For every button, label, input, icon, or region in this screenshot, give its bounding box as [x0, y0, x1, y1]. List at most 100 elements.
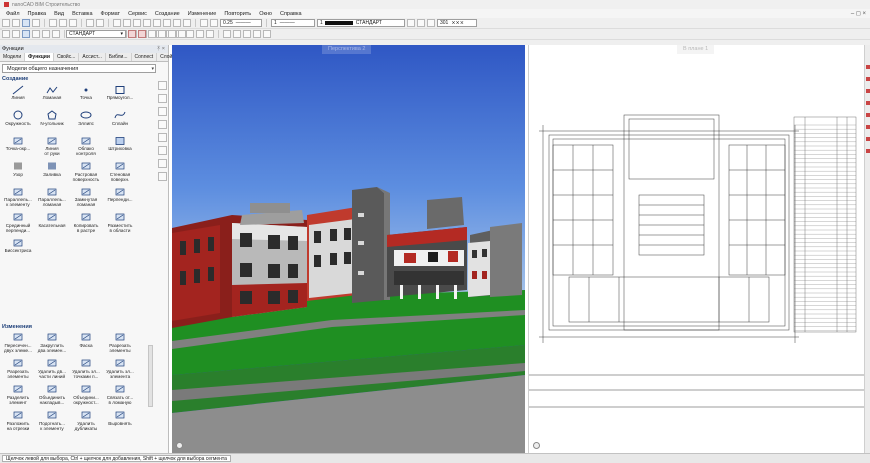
table-tool-icon[interactable]	[157, 120, 167, 129]
hatch-tool-icon[interactable]	[157, 133, 167, 142]
match-prop-icon[interactable]	[178, 30, 186, 38]
right-tool-4-icon[interactable]	[865, 101, 870, 105]
menu-item-9[interactable]: Окно	[255, 11, 276, 17]
menu-item-1[interactable]: Правка	[24, 11, 51, 17]
edit-tool-13[interactable]: Подогнать... к элементу	[35, 409, 69, 435]
layer-lock-icon[interactable]	[138, 30, 146, 38]
create-tool-23[interactable]: Разместить в области	[103, 211, 137, 237]
edit-tool-1[interactable]: Закруглить два элемен...	[35, 331, 69, 357]
create-tool-8[interactable]: Точка-окр...	[1, 134, 35, 160]
draw-hatch-icon[interactable]	[42, 30, 50, 38]
create-tool-17[interactable]: Параллель... ломаная	[35, 185, 69, 211]
create-tool-13[interactable]: Заливка	[35, 160, 69, 186]
edit-tool-12[interactable]: Разложить на отрезки	[1, 409, 35, 435]
filter-icon[interactable]	[157, 94, 167, 103]
leader-icon[interactable]	[196, 30, 204, 38]
menu-item-7[interactable]: Изменение	[184, 11, 221, 17]
draw-arc-icon[interactable]	[12, 30, 20, 38]
text-a-icon[interactable]	[157, 107, 167, 116]
edit-tool-8[interactable]: Разделить элемент	[1, 383, 35, 409]
dimension-style-icon[interactable]	[427, 19, 435, 27]
create-tool-10[interactable]: Облако контроля	[69, 134, 103, 160]
grid-icon[interactable]	[233, 30, 241, 38]
dim-angle-icon[interactable]	[186, 30, 194, 38]
pick-icon[interactable]	[210, 19, 218, 27]
menu-item-2[interactable]: Вид	[50, 11, 68, 17]
draw-text-icon[interactable]	[52, 30, 60, 38]
text-style-icon[interactable]	[417, 19, 425, 27]
view-cube-icon[interactable]	[176, 442, 183, 449]
create-tool-12[interactable]: Узор	[1, 160, 35, 186]
edit-tool-2[interactable]: Фаска	[69, 331, 103, 357]
plan-viewport[interactable]: В плане 1	[528, 45, 864, 453]
paste-icon[interactable]	[69, 19, 77, 27]
perspective-view-label[interactable]: Перспектива 2	[322, 45, 372, 54]
layer-iso-icon[interactable]	[148, 30, 156, 38]
panel-tab-3[interactable]: Ассист...	[79, 53, 106, 61]
create-tool-22[interactable]: Копировать в растре	[69, 211, 103, 237]
cut-tool-icon[interactable]	[49, 19, 57, 27]
undo-icon[interactable]	[86, 19, 94, 27]
search-icon[interactable]	[157, 81, 167, 90]
menu-item-8[interactable]: Повторить	[220, 11, 255, 17]
menu-item-5[interactable]: Сервис	[124, 11, 151, 17]
redo-icon[interactable]	[96, 19, 104, 27]
properties-icon[interactable]	[153, 19, 161, 27]
snap-icon[interactable]	[223, 30, 231, 38]
layer-state-icon[interactable]	[128, 30, 136, 38]
zoom-icon[interactable]	[123, 19, 131, 27]
right-tool-5-icon[interactable]	[865, 113, 870, 117]
edit-tool-10[interactable]: Объедини... окружност...	[69, 383, 103, 409]
new-file-icon[interactable]	[2, 19, 10, 27]
menu-item-10[interactable]: Справка	[276, 11, 306, 17]
layer-off-icon[interactable]	[158, 30, 166, 38]
print-icon[interactable]	[32, 19, 40, 27]
create-tool-21[interactable]: Касательная	[35, 211, 69, 237]
panel-tab-0[interactable]: Модели	[0, 53, 26, 61]
draw-line-icon[interactable]	[2, 30, 10, 38]
osnap-icon[interactable]	[263, 30, 271, 38]
create-tool-18[interactable]: Замкнутая ломаная	[69, 185, 103, 211]
right-tool-6-icon[interactable]	[865, 125, 870, 129]
create-tool-15[interactable]: Стеновая поверхн.	[103, 160, 137, 186]
edit-tool-3[interactable]: Разрезать элементы	[103, 331, 137, 357]
window-controls[interactable]: – ◻ ×	[851, 10, 866, 17]
pan-icon[interactable]	[113, 19, 121, 27]
create-tool-0[interactable]: Линия	[1, 83, 35, 109]
table-icon[interactable]	[206, 30, 214, 38]
create-tool-2[interactable]: Точка	[69, 83, 103, 109]
panel-scrollbar[interactable]	[148, 345, 153, 407]
edit-tool-5[interactable]: Удалить дв... части линий	[35, 357, 69, 383]
zoom-extents-icon[interactable]	[143, 19, 151, 27]
right-tool-1-icon[interactable]	[865, 65, 870, 69]
linetype-select[interactable]: 1 ———	[271, 19, 315, 27]
copy-icon[interactable]	[59, 19, 67, 27]
open-file-icon[interactable]	[12, 19, 20, 27]
menu-item-3[interactable]: Вставка	[68, 11, 96, 17]
create-tool-11[interactable]: Штриховка	[103, 134, 137, 160]
create-tool-4[interactable]: Окружность	[1, 109, 35, 135]
edit-tool-14[interactable]: Удалить дубликаты	[69, 409, 103, 435]
draw-rect-icon[interactable]	[32, 30, 40, 38]
edit-tool-6[interactable]: Удалить эл... точками п...	[69, 357, 103, 383]
create-tool-24[interactable]: Биссектриса	[1, 236, 35, 262]
create-tool-19[interactable]: Перпенди...	[103, 185, 137, 211]
right-tool-3-icon[interactable]	[865, 89, 870, 93]
plot-value-select[interactable]: 301 ⨯⨯⨯	[437, 19, 477, 27]
edit-tool-4[interactable]: Разрезать элементы	[1, 357, 35, 383]
create-tool-3[interactable]: Прямоугол...	[103, 83, 137, 109]
edit-tool-7[interactable]: Удалить эл... элемента	[103, 357, 137, 383]
block-tool-icon[interactable]	[157, 146, 167, 155]
create-tool-1[interactable]: Ломаная	[35, 83, 69, 109]
measure-icon[interactable]	[200, 19, 208, 27]
create-tool-6[interactable]: Эллипс	[69, 109, 103, 135]
menu-item-0[interactable]: Файл	[2, 11, 24, 17]
right-tool-8-icon[interactable]	[865, 149, 870, 153]
right-tool-7-icon[interactable]	[865, 137, 870, 141]
panel-close-icon[interactable]: ᛡ ×	[157, 46, 165, 52]
create-tool-9[interactable]: Линия от руки	[35, 134, 69, 160]
style-select[interactable]: 1 СТАНДАРТ	[317, 19, 405, 27]
create-tool-7[interactable]: Сплайн	[103, 109, 137, 135]
perspective-viewport[interactable]: Перспектива 2	[172, 45, 525, 453]
style-settings-icon[interactable]	[407, 19, 415, 27]
